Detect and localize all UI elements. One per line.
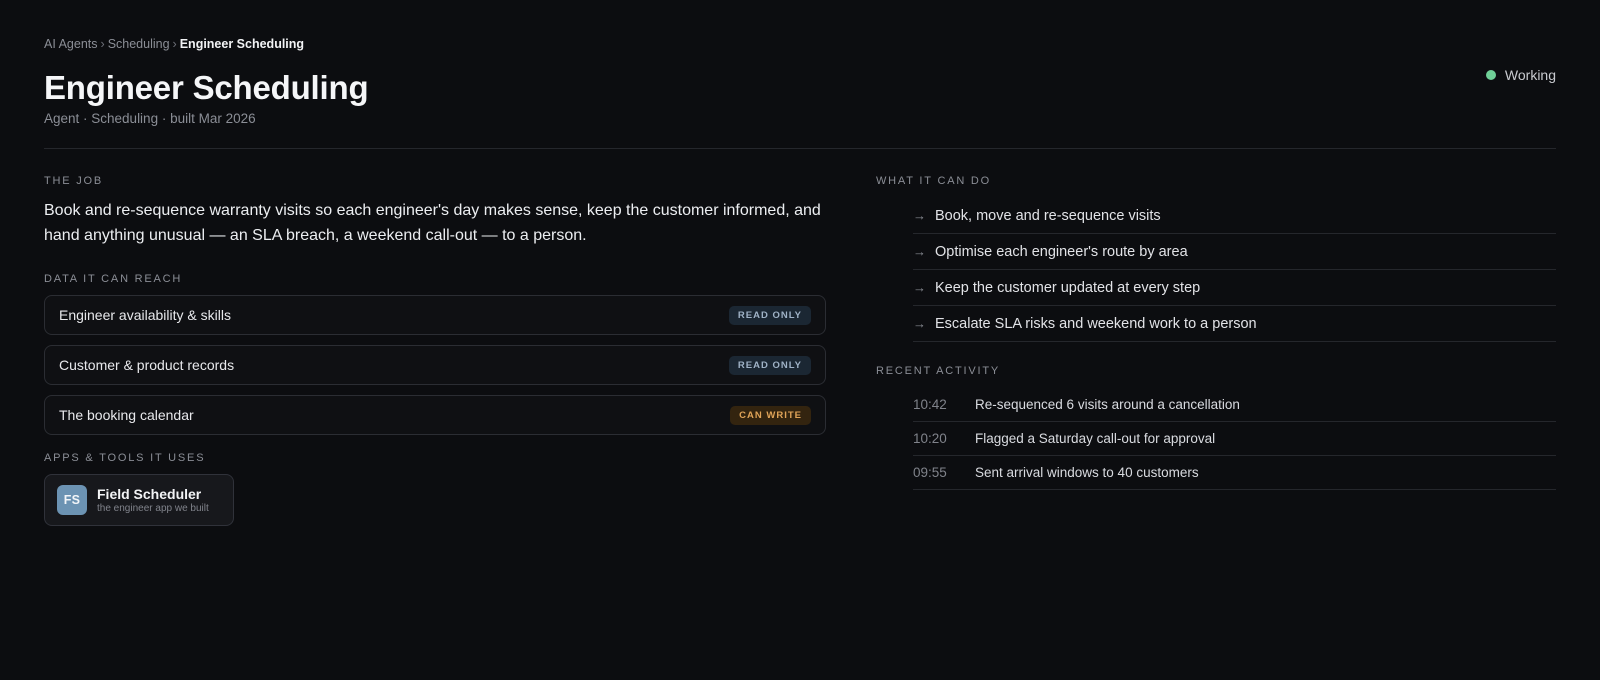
capability-item: → Book, move and re-sequence visits: [913, 198, 1556, 234]
left-column: THE JOB Book and re-sequence warranty vi…: [44, 174, 826, 526]
data-access-list: Engineer availability & skills READ ONLY…: [44, 295, 826, 435]
status-label: Working: [1504, 67, 1556, 83]
breadcrumb-separator: ›: [100, 37, 105, 51]
activity-time: 10:42: [913, 397, 947, 412]
arrow-right-icon: →: [913, 316, 926, 331]
capability-text: Optimise each engineer's route by area: [935, 243, 1188, 260]
status-indicator: Working: [1485, 67, 1556, 83]
app-name: Field Scheduler: [97, 485, 202, 502]
breadcrumb-scheduling[interactable]: Scheduling: [108, 37, 170, 51]
agent-detail-page: AI Agents › Scheduling › Engineer Schedu…: [0, 0, 1600, 680]
breadcrumb-ai-agents[interactable]: AI Agents: [44, 37, 98, 51]
breadcrumb: AI Agents › Scheduling › Engineer Schedu…: [44, 36, 1556, 52]
data-section-label: DATA IT CAN REACH: [44, 273, 183, 285]
job-section-label: THE JOB: [44, 175, 104, 187]
activity-section-label: RECENT ACTIVITY: [876, 365, 1000, 377]
activity-event: Sent arrival windows to 40 customers: [975, 465, 1199, 480]
job-description: Book and re-sequence warranty visits so …: [44, 202, 821, 244]
arrow-right-icon: →: [913, 244, 926, 259]
header-divider: [44, 148, 1556, 149]
data-source-name: Customer & product records: [59, 357, 235, 373]
breadcrumb-separator: ›: [172, 37, 177, 51]
capability-text: Escalate SLA risks and weekend work to a…: [935, 315, 1257, 332]
data-source-row: The booking calendar CAN WRITE: [44, 395, 826, 435]
permission-badge: CAN WRITE: [730, 405, 811, 425]
activity-item: 09:55 Sent arrival windows to 40 custome…: [913, 456, 1556, 490]
data-source-row: Engineer availability & skills READ ONLY: [44, 295, 826, 335]
capability-item: → Optimise each engineer's route by area: [913, 234, 1556, 270]
permission-badge: READ ONLY: [728, 355, 811, 375]
activity-item: 10:20 Flagged a Saturday call-out for ap…: [913, 422, 1556, 456]
capability-item: → Escalate SLA risks and weekend work to…: [913, 306, 1556, 342]
activity-event: Flagged a Saturday call-out for approval: [975, 431, 1216, 446]
activity-item: 10:42 Re-sequenced 6 visits around a can…: [913, 388, 1556, 422]
activity-time: 10:20: [913, 431, 947, 446]
arrow-right-icon: →: [913, 280, 926, 295]
app-text: Field Scheduler the engineer app we buil…: [97, 486, 209, 515]
capabilities-list: → Book, move and re-sequence visits → Op…: [876, 198, 1556, 342]
apps-section-label: APPS & TOOLS IT USES: [44, 452, 206, 464]
status-dot-icon: [1485, 70, 1496, 80]
arrow-right-icon: →: [913, 208, 926, 223]
activity-time: 09:55: [913, 465, 947, 480]
page-title: Engineer Scheduling: [44, 69, 369, 106]
capability-item: → Keep the customer updated at every ste…: [913, 270, 1556, 306]
app-logo-icon: FS: [57, 485, 87, 515]
right-column: WHAT IT CAN DO → Book, move and re-seque…: [876, 174, 1556, 490]
page-subtitle: Agent · Scheduling · built Mar 2026: [44, 111, 256, 126]
data-source-name: Engineer availability & skills: [59, 307, 231, 323]
capabilities-section-label: WHAT IT CAN DO: [876, 175, 992, 187]
activity-event: Re-sequenced 6 visits around a cancellat…: [975, 397, 1240, 412]
data-source-name: The booking calendar: [59, 407, 194, 423]
breadcrumb-current: Engineer Scheduling: [179, 37, 305, 51]
capability-text: Keep the customer updated at every step: [935, 279, 1201, 296]
app-card-field-scheduler[interactable]: FS Field Scheduler the engineer app we b…: [44, 474, 234, 526]
permission-badge: READ ONLY: [728, 305, 811, 325]
capability-text: Book, move and re-sequence visits: [935, 207, 1161, 224]
data-source-row: Customer & product records READ ONLY: [44, 345, 826, 385]
activity-list: 10:42 Re-sequenced 6 visits around a can…: [876, 388, 1556, 490]
app-description: the engineer app we built: [97, 502, 209, 514]
